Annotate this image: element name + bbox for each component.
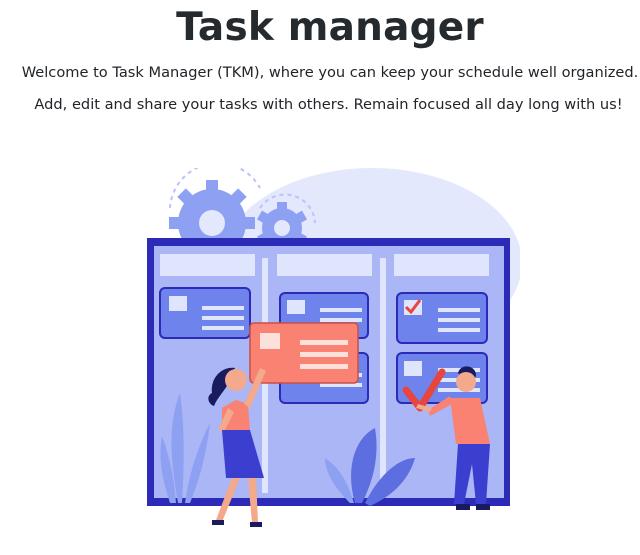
column-header [160, 254, 255, 276]
column-divider [380, 258, 386, 493]
page-title: Task manager [176, 5, 484, 50]
intro-text-line-1: Welcome to Task Manager (TKM), where you… [21, 64, 639, 81]
task-card-moving [249, 322, 359, 384]
intro-text-line-2: Add, edit and share your tasks with othe… [34, 96, 623, 113]
landing-page: Task manager Welcome to Task Manager (TK… [0, 0, 640, 555]
column-header [277, 254, 372, 276]
task-card-done [396, 292, 488, 344]
task-card [159, 287, 251, 339]
column-header [394, 254, 489, 276]
task-board-illustration [147, 168, 520, 527]
